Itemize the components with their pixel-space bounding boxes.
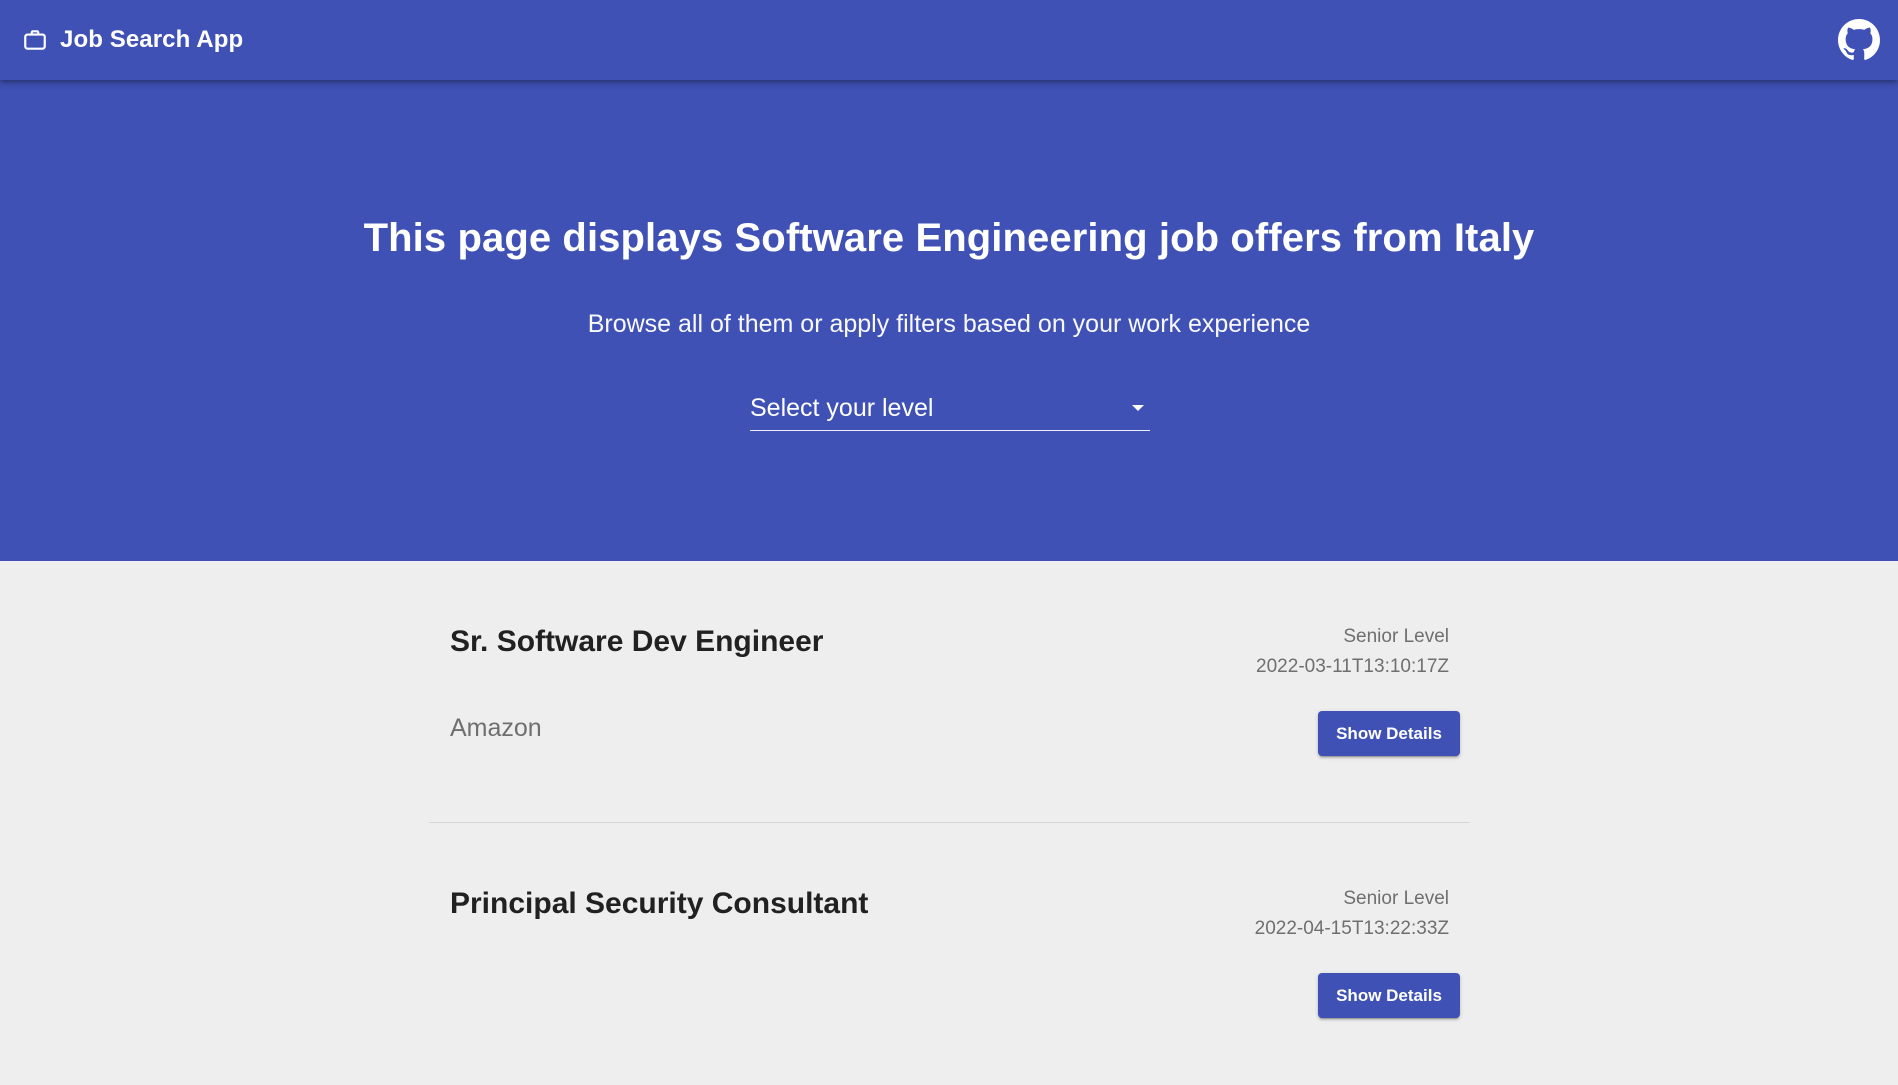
job-level: Senior Level <box>1343 626 1449 647</box>
show-details-button[interactable]: Show Details <box>1318 711 1460 756</box>
job-date: 2022-04-15T13:22:33Z <box>1254 918 1449 939</box>
brand[interactable]: Job Search App <box>22 26 243 54</box>
app-title: Job Search App <box>60 26 244 53</box>
app-bar: Job Search App <box>0 0 1898 80</box>
chevron-down-icon <box>1132 405 1144 411</box>
job-level: Senior Level <box>1343 888 1449 909</box>
github-icon[interactable] <box>1838 19 1880 61</box>
job-card: Principal Security Consultant Senior Lev… <box>429 823 1470 1085</box>
hero-subtitle: Browse all of them or apply filters base… <box>587 310 1311 338</box>
hero-section: This page displays Software Engineering … <box>0 80 1898 561</box>
level-select[interactable]: Select your level <box>750 386 1150 431</box>
show-details-button[interactable]: Show Details <box>1318 973 1460 1018</box>
job-card: Sr. Software Dev Engineer Amazon Senior … <box>429 561 1470 823</box>
briefcase-icon <box>22 27 48 53</box>
hero-title: This page displays Software Engineering … <box>363 216 1535 260</box>
level-select-placeholder: Select your level <box>750 393 934 422</box>
job-company: Amazon <box>450 714 542 742</box>
job-date: 2022-03-11T13:10:17Z <box>1256 656 1449 677</box>
job-title: Sr. Software Dev Engineer <box>450 625 824 658</box>
job-title: Principal Security Consultant <box>450 887 869 920</box>
job-list: Sr. Software Dev Engineer Amazon Senior … <box>429 561 1470 1085</box>
